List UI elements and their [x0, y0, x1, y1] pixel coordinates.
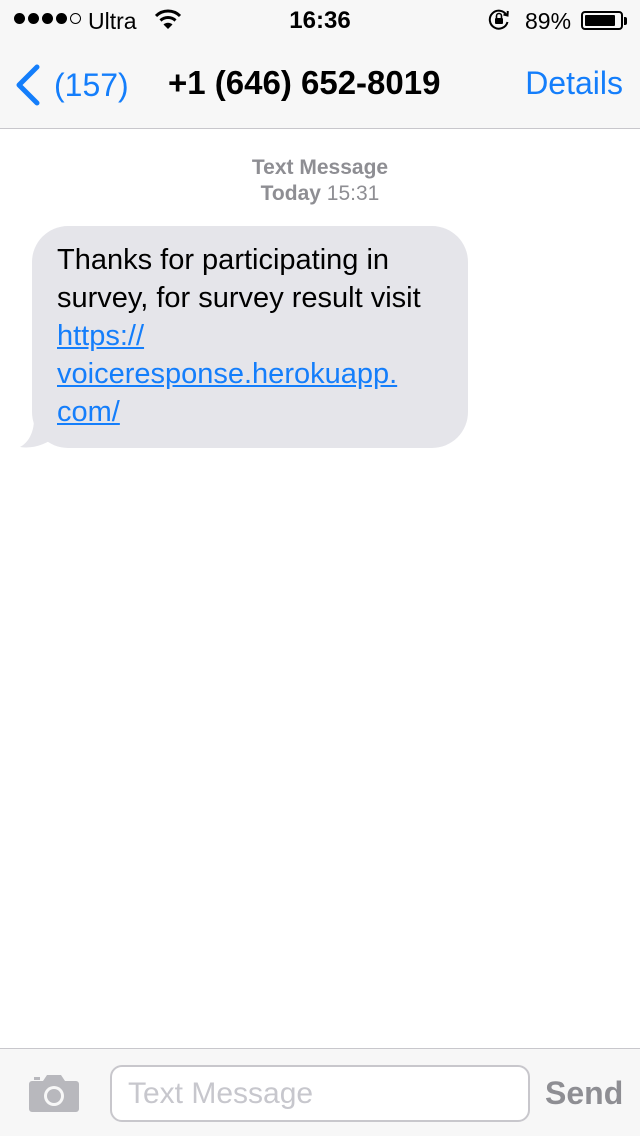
- conversation-view[interactable]: Text Message Today 15:31 Thanks for part…: [0, 129, 640, 1048]
- send-button[interactable]: Send: [545, 1075, 623, 1112]
- rotation-lock-icon: [488, 9, 509, 30]
- details-button[interactable]: Details: [525, 65, 623, 102]
- battery-level-fill: [585, 15, 616, 26]
- navigation-bar: (157) +1 (646) 652-8019 Details: [0, 40, 640, 129]
- camera-icon[interactable]: [28, 1073, 80, 1113]
- message-link-host[interactable]: voiceresponse.herokuapp.: [57, 355, 444, 393]
- message-day: Today: [260, 182, 321, 205]
- messages-screen: Ultra 16:36 89% (157) +1 (646) 652-8019 …: [0, 0, 640, 1136]
- message-text: Thanks for participating in survey, for …: [57, 244, 421, 314]
- message-link-end[interactable]: com/: [57, 393, 444, 431]
- message-link-start[interactable]: https://: [57, 320, 144, 352]
- unread-count: (157): [54, 66, 129, 103]
- message-input[interactable]: [110, 1065, 530, 1122]
- message-type-label: Text Message: [251, 156, 389, 179]
- back-button[interactable]: (157): [14, 62, 129, 108]
- compose-bar: Send: [0, 1048, 640, 1136]
- battery-percentage: 89%: [525, 8, 572, 34]
- chevron-left-icon: [16, 64, 40, 106]
- message-time: 15:31: [326, 182, 380, 205]
- contact-title: +1 (646) 652-8019: [168, 64, 441, 101]
- received-message-bubble[interactable]: Thanks for participating in survey, for …: [32, 226, 468, 448]
- status-bar: Ultra 16:36 89%: [0, 0, 640, 40]
- message-timestamp-header: Text Message Today 15:31: [0, 155, 640, 207]
- battery-icon: [581, 11, 623, 30]
